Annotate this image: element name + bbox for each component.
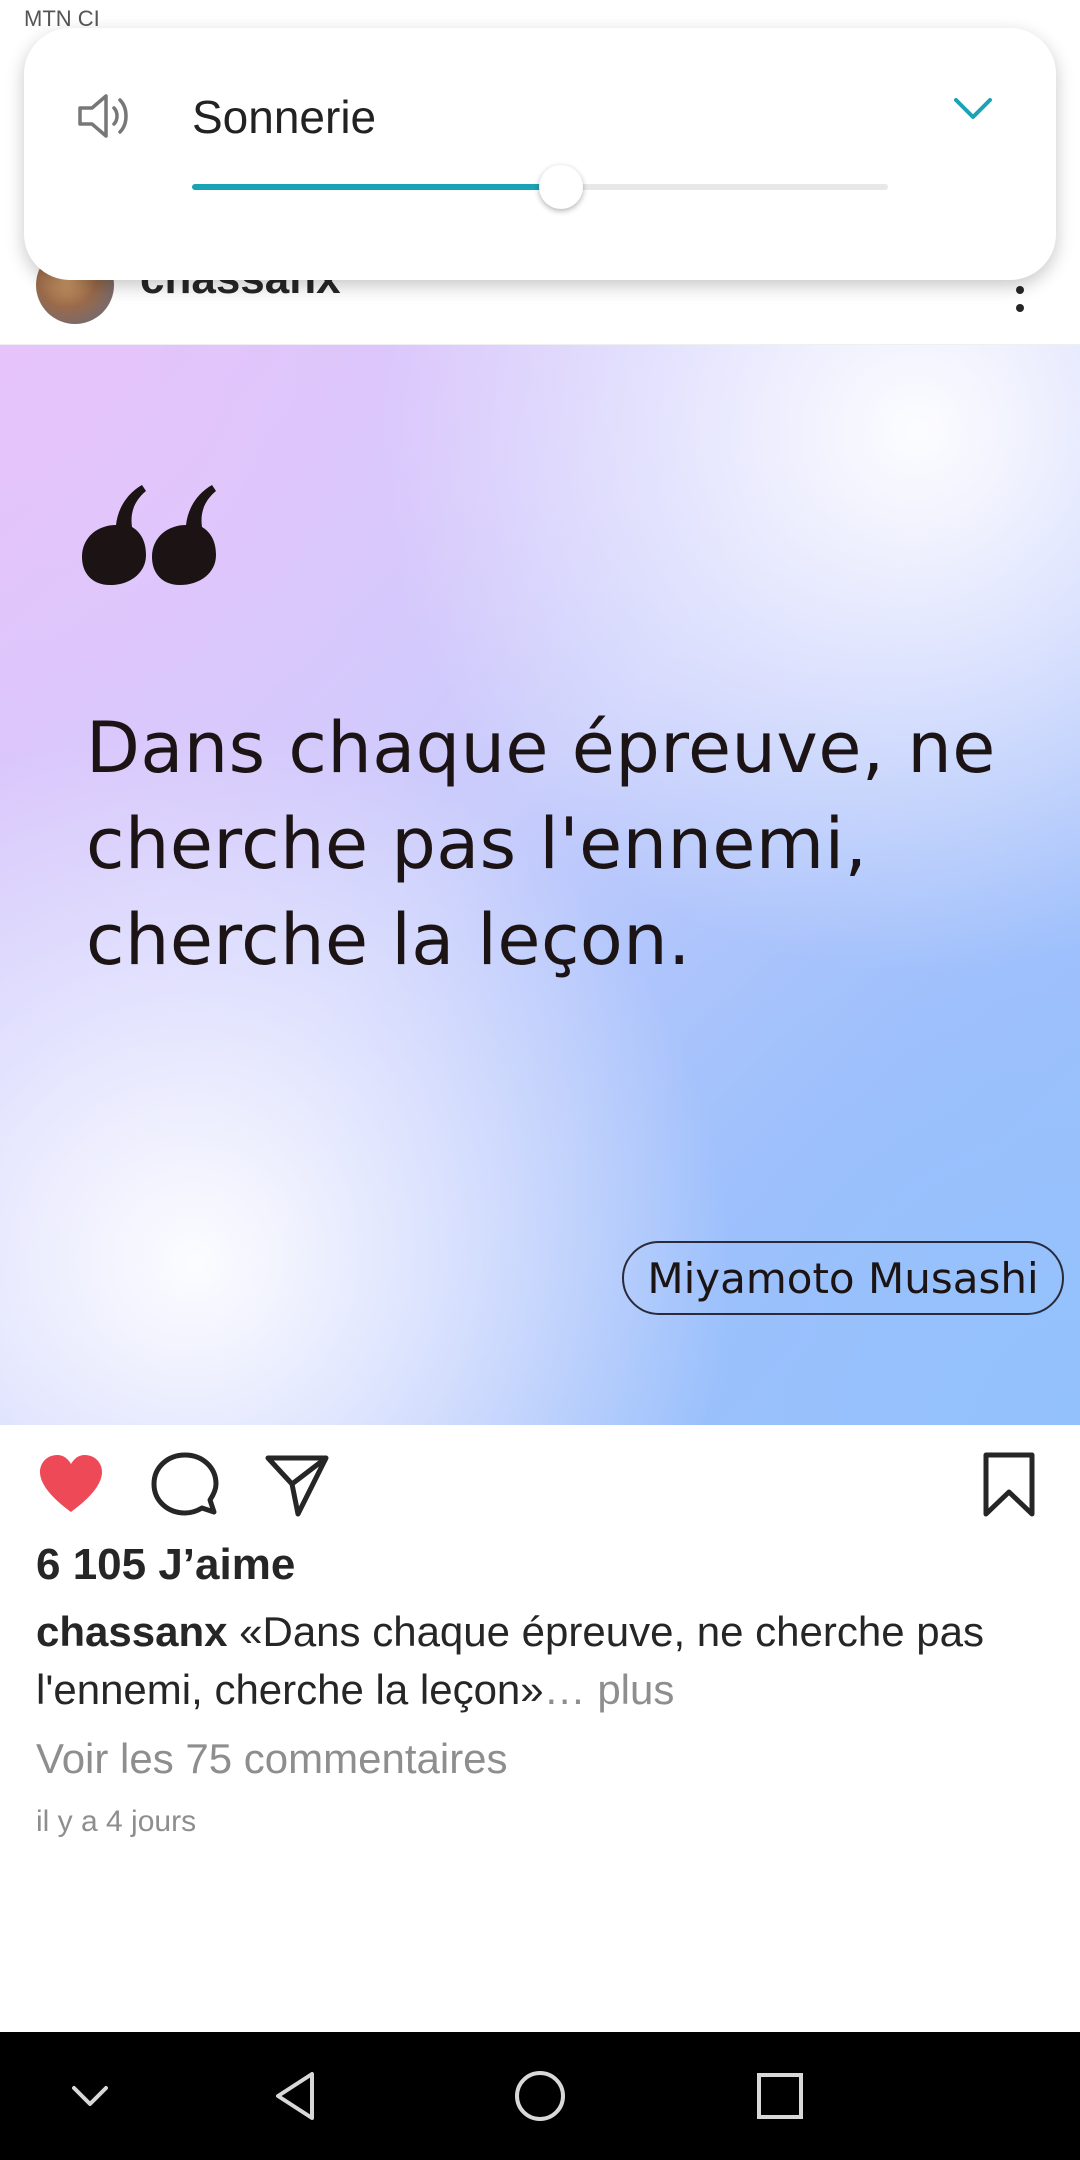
post-timestamp: il y a 4 jours xyxy=(36,1805,197,1838)
send-icon[interactable] xyxy=(262,1450,332,1520)
post-actions xyxy=(0,1440,1080,1530)
volume-slider-fill xyxy=(192,184,561,190)
caption: chassanx «Dans chaque épreuve, ne cherch… xyxy=(36,1603,1046,1719)
back-icon[interactable] xyxy=(268,2066,328,2126)
bookmark-icon[interactable] xyxy=(974,1450,1044,1520)
quote-mark-icon xyxy=(82,485,216,585)
heart-filled-icon[interactable] xyxy=(36,1450,106,1520)
speaker-icon xyxy=(78,94,128,138)
caption-more-link[interactable]: … plus xyxy=(544,1666,675,1713)
likes-count[interactable]: 6 105 J’aime xyxy=(36,1540,295,1590)
quote-text: Dans chaque épreuve, ne cherche pas l'en… xyxy=(86,707,996,981)
system-nav-bar xyxy=(0,2032,1080,2160)
volume-stream-label: Sonnerie xyxy=(192,91,377,143)
recents-icon[interactable] xyxy=(750,2066,810,2126)
volume-slider-thumb[interactable] xyxy=(538,165,583,209)
chevron-down-icon[interactable] xyxy=(60,2066,120,2126)
volume-slider[interactable] xyxy=(192,165,888,209)
expand-chevron-icon[interactable] xyxy=(950,94,996,124)
home-icon[interactable] xyxy=(510,2066,570,2126)
post-image[interactable]: Dans chaque épreuve, ne cherche pas l'en… xyxy=(0,345,1080,1425)
caption-username[interactable]: chassanx xyxy=(36,1608,227,1655)
comment-icon[interactable] xyxy=(150,1450,220,1520)
author-pill: Miyamoto Musashi xyxy=(622,1241,1064,1315)
view-comments-link[interactable]: Voir les 75 commentaires xyxy=(36,1735,508,1783)
volume-panel: Sonnerie xyxy=(24,28,1056,280)
